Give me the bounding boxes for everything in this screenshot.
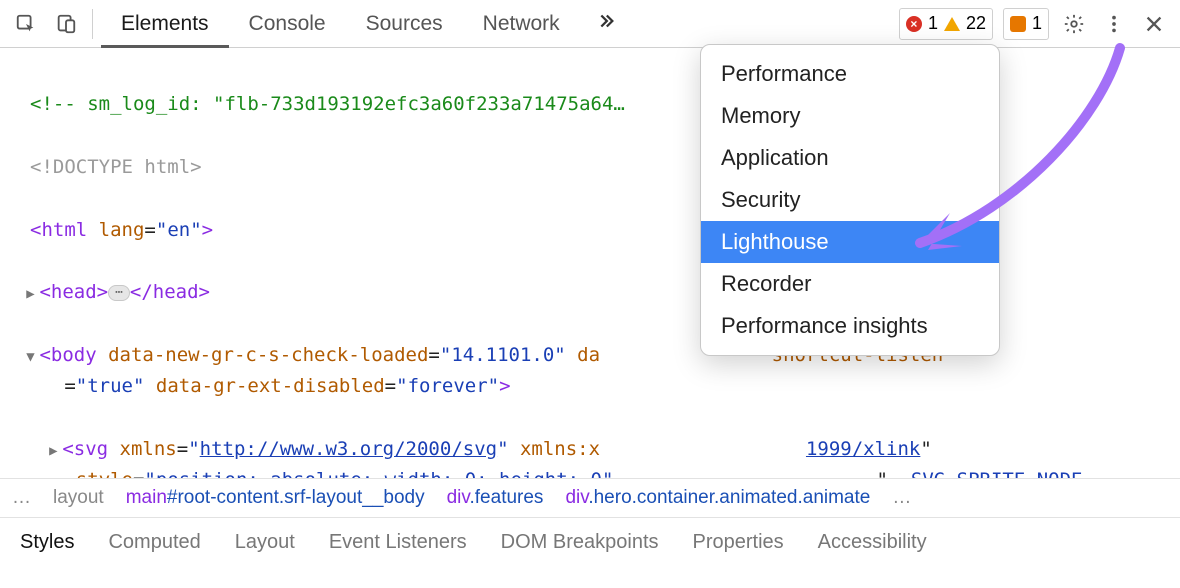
attr: xmlns:x <box>520 438 600 460</box>
expand-icon[interactable]: ▶ <box>48 440 58 463</box>
btab-properties[interactable]: Properties <box>693 531 784 554</box>
crumb-overflow[interactable]: … <box>892 487 911 509</box>
attr: da <box>577 344 600 366</box>
issue-count: 1 <box>1032 13 1042 34</box>
collapse-icon[interactable]: ▼ <box>25 346 35 369</box>
btab-layout[interactable]: Layout <box>235 531 295 554</box>
menu-item-memory[interactable]: Memory <box>701 95 999 137</box>
panel-overflow-menu: Performance Memory Application Security … <box>700 44 1000 356</box>
btab-computed[interactable]: Computed <box>108 531 200 554</box>
ellipsis-icon[interactable]: ⋯ <box>108 285 130 301</box>
crumb-item[interactable]: layout <box>53 487 104 509</box>
btab-dom-breakpoints[interactable]: DOM Breakpoints <box>501 531 659 554</box>
val: forever <box>408 375 488 397</box>
menu-item-performance-insights[interactable]: Performance insights <box>701 305 999 347</box>
console-status-badge[interactable]: × 1 22 <box>899 8 993 40</box>
crumb-overflow[interactable]: … <box>12 487 31 509</box>
issues-badge[interactable]: 1 <box>1003 8 1049 40</box>
inspect-element-icon[interactable] <box>8 6 44 42</box>
val: 14.1101.0 <box>451 344 554 366</box>
attr: data-new-gr-c-s-check-loaded <box>108 344 428 366</box>
tab-sources[interactable]: Sources <box>346 0 463 47</box>
error-count: 1 <box>928 13 938 34</box>
menu-item-recorder[interactable]: Recorder <box>701 263 999 305</box>
tab-network[interactable]: Network <box>463 0 580 47</box>
menu-item-security[interactable]: Security <box>701 179 999 221</box>
tab-elements[interactable]: Elements <box>101 0 229 47</box>
menu-item-performance[interactable]: Performance <box>701 53 999 95</box>
val: 1999/xlink <box>806 438 920 460</box>
panel-tabs: Elements Console Sources Network <box>101 0 580 47</box>
val: position: absolute; width: 0; height: 0 <box>156 469 602 478</box>
crumb-item[interactable]: div.hero.container.animated.animate <box>565 487 870 509</box>
warning-icon <box>944 17 960 31</box>
kebab-menu-icon[interactable] <box>1096 6 1132 42</box>
crumb-item[interactable]: main#root-content.srf-layout__body <box>126 487 425 509</box>
val: __SVG_SPRITE_NODE__ <box>888 469 1105 478</box>
btab-accessibility[interactable]: Accessibility <box>818 531 927 554</box>
expand-icon[interactable]: ▶ <box>25 283 35 306</box>
dom-doctype: <!DOCTYPE html> <box>30 156 202 178</box>
settings-icon[interactable] <box>1056 6 1092 42</box>
val: http://www.w3.org/2000/svg <box>200 438 497 460</box>
menu-item-application[interactable]: Application <box>701 137 999 179</box>
attr: lang <box>99 219 145 241</box>
attr: data-gr-ext-disabled <box>156 375 385 397</box>
dom-breadcrumb[interactable]: … layout main#root-content.srf-layout__b… <box>0 478 1180 518</box>
issue-icon <box>1010 16 1026 32</box>
close-icon[interactable] <box>1136 6 1172 42</box>
dom-tree[interactable]: <!-- sm_log_id: "flb-733d193192efc3a60f2… <box>0 48 1180 478</box>
separator <box>92 9 93 39</box>
btab-event-listeners[interactable]: Event Listeners <box>329 531 467 554</box>
warning-count: 22 <box>966 13 986 34</box>
devtools-toolbar: Elements Console Sources Network × 1 22 … <box>0 0 1180 48</box>
device-toolbar-icon[interactable] <box>48 6 84 42</box>
dom-comment: <!-- sm_log_id: "flb-733d193192efc3a60f2… <box>30 93 625 115</box>
menu-item-lighthouse[interactable]: Lighthouse <box>701 221 999 263</box>
more-tabs-button[interactable] <box>584 10 626 37</box>
val: true <box>87 375 133 397</box>
error-icon: × <box>906 16 922 32</box>
btab-styles[interactable]: Styles <box>20 531 74 554</box>
tab-console[interactable]: Console <box>229 0 346 47</box>
val: en <box>167 219 190 241</box>
styles-panel-tabs: Styles Computed Layout Event Listeners D… <box>0 518 1180 566</box>
crumb-item[interactable]: div.features <box>447 487 544 509</box>
